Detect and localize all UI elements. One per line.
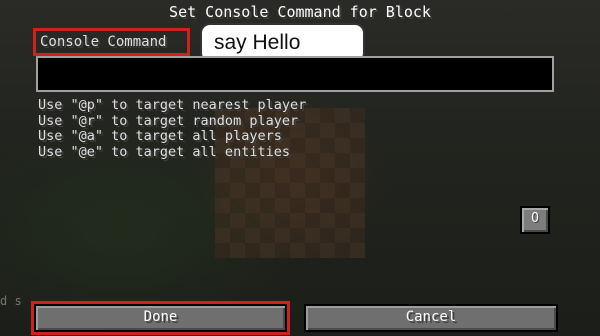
hint-nearest-player: Use "@p" to target nearest player <box>38 97 307 113</box>
chat-fragment: d s <box>0 294 22 308</box>
hint-random-player: Use "@r" to target random player <box>38 112 299 129</box>
screen-title: Set Console Command for Block <box>169 3 431 21</box>
done-button-highlight <box>31 301 290 335</box>
previous-output-toggle-button[interactable]: O <box>520 206 550 234</box>
hint-all-players: Use "@a" to target all players <box>38 128 282 144</box>
target-hints: Use "@p" to target nearest player Use "@… <box>38 97 307 160</box>
console-command-label: Console Command <box>33 28 190 56</box>
cancel-button[interactable]: Cancel <box>304 304 558 332</box>
command-input[interactable] <box>36 56 554 92</box>
hint-all-entities: Use "@e" to target all entities <box>38 143 290 160</box>
